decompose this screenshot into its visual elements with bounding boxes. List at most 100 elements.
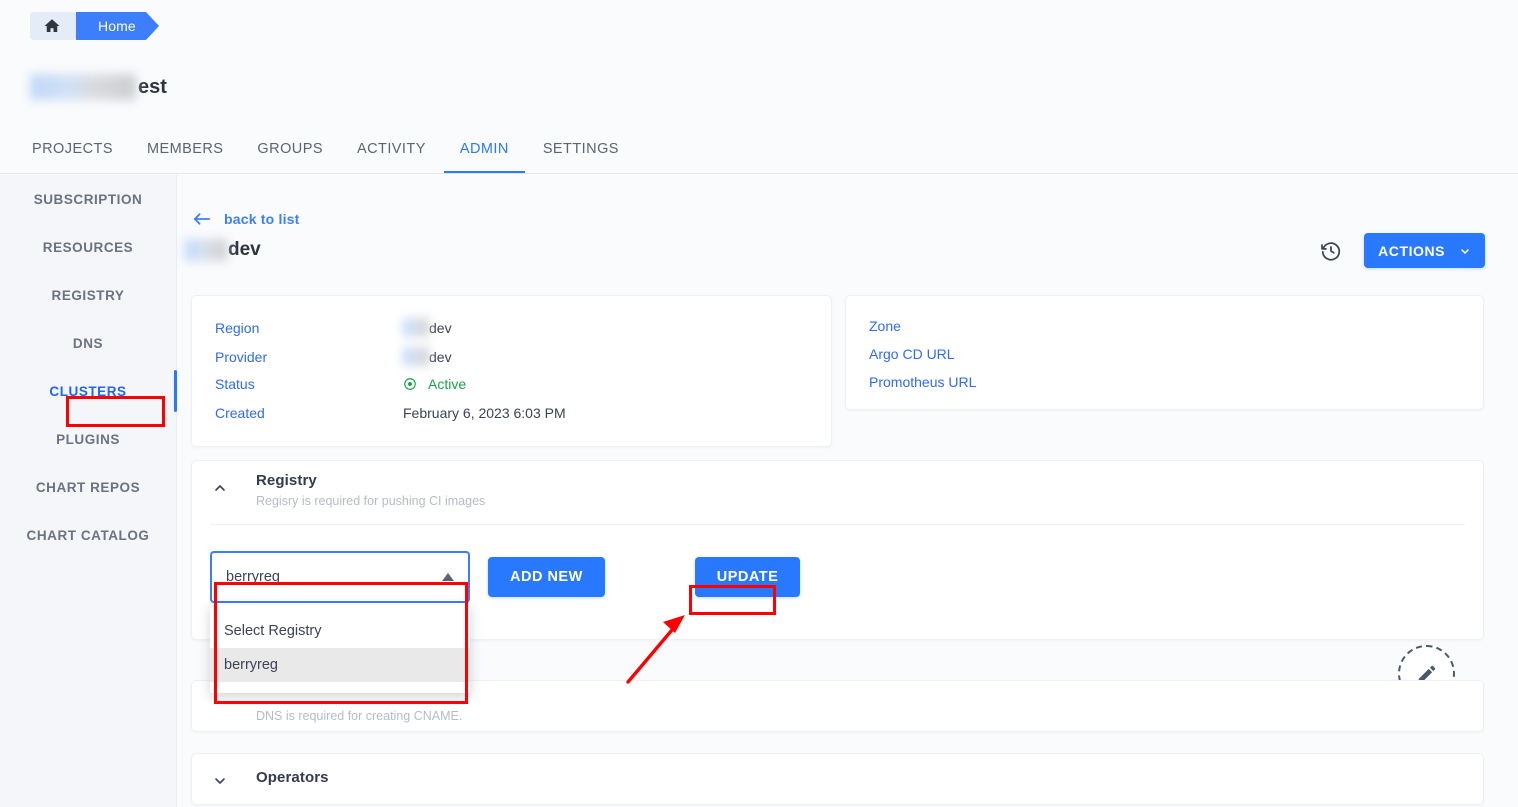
sidebar-item-chart-catalog[interactable]: CHART CATALOG — [0, 511, 176, 559]
chevron-down-icon — [215, 778, 225, 784]
tab-settings-label: SETTINGS — [542, 141, 619, 157]
info-row-provider: Provider dev — [215, 347, 452, 366]
chevron-up-icon — [215, 485, 225, 491]
tab-projects[interactable]: PROJECTS — [32, 126, 113, 173]
actions-button-detail-label: ACTIONS — [1378, 242, 1445, 259]
breadcrumb-home-crumb[interactable] — [30, 12, 87, 40]
redacted-region-prefix — [403, 318, 429, 337]
sidebar-item-resources-label: RESOURCES — [42, 239, 134, 255]
tab-members[interactable]: MEMBERS — [147, 126, 223, 173]
info-value-provider: dev — [403, 347, 452, 366]
operators-panel: Operators — [191, 753, 1484, 805]
sidebar-item-chart-repos[interactable]: CHART REPOS — [0, 463, 176, 511]
admin-sidebar: SUBSCRIPTION RESOURCES REGISTRY DNS CLUS… — [0, 175, 177, 807]
tab-settings[interactable]: SETTINGS — [543, 126, 619, 173]
sidebar-item-plugins-label: PLUGINS — [56, 431, 120, 447]
status-badge: Active — [428, 376, 467, 392]
sidebar-item-clusters-label: CLUSTERS — [49, 383, 127, 399]
add-new-button-label: ADD NEW — [510, 569, 583, 585]
tab-activity-label: ACTIVITY — [356, 141, 426, 157]
info-value-provider-text: dev — [429, 348, 452, 365]
registry-panel-title: Registry — [256, 472, 317, 489]
add-new-button[interactable]: ADD NEW — [488, 557, 605, 597]
update-button[interactable]: UPDATE — [694, 557, 801, 597]
info-row-region: Region dev — [215, 318, 452, 337]
sidebar-item-chart-repos-label: CHART REPOS — [35, 479, 141, 495]
tab-admin-label: ADMIN — [459, 141, 509, 157]
sidebar-item-chart-catalog-label: CHART CATALOG — [26, 527, 150, 543]
registry-panel: Registry Regisry is required for pushing… — [191, 460, 1484, 702]
info-row-created: Created February 6, 2023 6:03 PM — [215, 405, 566, 421]
update-button-label: UPDATE — [716, 569, 779, 585]
info-value-created: February 6, 2023 6:03 PM — [403, 405, 566, 421]
registry-select-wrap: berryreg Select Registry berryreg — [210, 551, 470, 693]
link-promotheus-url[interactable]: Promotheus URL — [869, 374, 976, 390]
info-value-status: Active — [403, 376, 466, 392]
history-icon[interactable] — [1320, 240, 1342, 262]
registry-panel-subtitle: Regisry is required for pushing CI image… — [256, 494, 486, 508]
info-label-region: Region — [215, 319, 260, 336]
info-value-region-text: dev — [429, 319, 452, 336]
tab-groups[interactable]: GROUPS — [257, 126, 323, 173]
sidebar-item-plugins[interactable]: PLUGINS — [0, 415, 176, 463]
cluster-detail-title: dev — [185, 239, 261, 261]
info-row-status: Status Active — [215, 376, 466, 392]
app-root: Home est ACTIONS PROJECTS MEMBERS GROUPS… — [0, 0, 1518, 807]
registry-panel-collapse-toggle[interactable] — [207, 475, 233, 501]
tab-projects-label: PROJECTS — [32, 141, 113, 157]
registry-panel-divider — [210, 524, 1465, 525]
org-header: est ACTIONS — [0, 56, 1518, 164]
sidebar-item-registry-label: REGISTRY — [51, 287, 125, 303]
redacted-cluster-prefix — [185, 239, 227, 261]
operators-panel-expand-toggle[interactable] — [207, 768, 233, 794]
tab-activity[interactable]: ACTIVITY — [357, 126, 426, 173]
redacted-org-logo — [30, 74, 136, 100]
cluster-info-card: Region dev Provider dev Status Active Cr… — [191, 295, 832, 447]
sidebar-item-subscription[interactable]: SUBSCRIPTION — [0, 175, 176, 223]
org-title-text: est — [138, 75, 167, 98]
link-argo-cd-url[interactable]: Argo CD URL — [869, 346, 955, 362]
link-zone[interactable]: Zone — [869, 318, 901, 334]
page-title: est — [30, 56, 167, 118]
info-label-created: Created — [215, 405, 265, 421]
info-label-provider: Provider — [215, 348, 268, 365]
dns-panel-subtitle: DNS is required for creating CNAME. — [256, 709, 463, 723]
sidebar-item-dns-label: DNS — [72, 335, 104, 351]
detail-header-actions: ACTIONS — [1320, 233, 1485, 268]
breadcrumb-home-label: Home — [98, 18, 136, 34]
back-to-list-link[interactable]: back to list — [192, 211, 300, 227]
breadcrumb: Home — [30, 12, 159, 40]
info-value-region: dev — [403, 318, 452, 337]
cluster-links-card: Zone Argo CD URL Promotheus URL — [845, 295, 1484, 410]
main-content: back to list dev ACTIONS Region dev Prov… — [177, 175, 1518, 807]
registry-select-value: berryreg — [226, 569, 280, 585]
actions-button-detail[interactable]: ACTIONS — [1364, 233, 1485, 268]
sidebar-item-clusters[interactable]: CLUSTERS — [0, 367, 177, 415]
sidebar-item-resources[interactable]: RESOURCES — [0, 223, 176, 271]
breadcrumb-item-home[interactable]: Home — [76, 12, 159, 40]
registry-option-select-registry[interactable]: Select Registry — [210, 614, 470, 648]
sidebar-item-dns[interactable]: DNS — [0, 319, 176, 367]
top-tab-bar: PROJECTS MEMBERS GROUPS ACTIVITY ADMIN S… — [0, 126, 1518, 174]
registry-select[interactable]: berryreg — [210, 551, 470, 603]
cluster-detail-title-text: dev — [228, 239, 261, 260]
sidebar-item-registry[interactable]: REGISTRY — [0, 271, 176, 319]
info-label-status: Status — [215, 376, 255, 392]
operators-panel-title: Operators — [256, 769, 329, 786]
tab-admin[interactable]: ADMIN — [443, 126, 525, 173]
status-active-icon — [404, 378, 416, 390]
back-to-list-label: back to list — [224, 211, 300, 227]
redacted-provider-prefix — [403, 347, 429, 366]
tab-members-label: MEMBERS — [146, 141, 224, 157]
tab-groups-label: GROUPS — [257, 141, 323, 157]
registry-select-menu: Select Registry berryreg — [210, 603, 470, 693]
arrow-left-icon — [193, 213, 211, 225]
registry-option-berryreg[interactable]: berryreg — [210, 648, 470, 682]
registry-select-menu-pad-bottom — [210, 682, 470, 693]
home-icon — [44, 19, 60, 32]
sidebar-item-subscription-label: SUBSCRIPTION — [33, 191, 143, 207]
registry-select-menu-pad — [210, 603, 470, 614]
chevron-down-icon — [1460, 248, 1470, 254]
caret-up-icon — [442, 573, 454, 581]
registry-controls: berryreg Select Registry berryreg ADD NE… — [210, 551, 801, 693]
